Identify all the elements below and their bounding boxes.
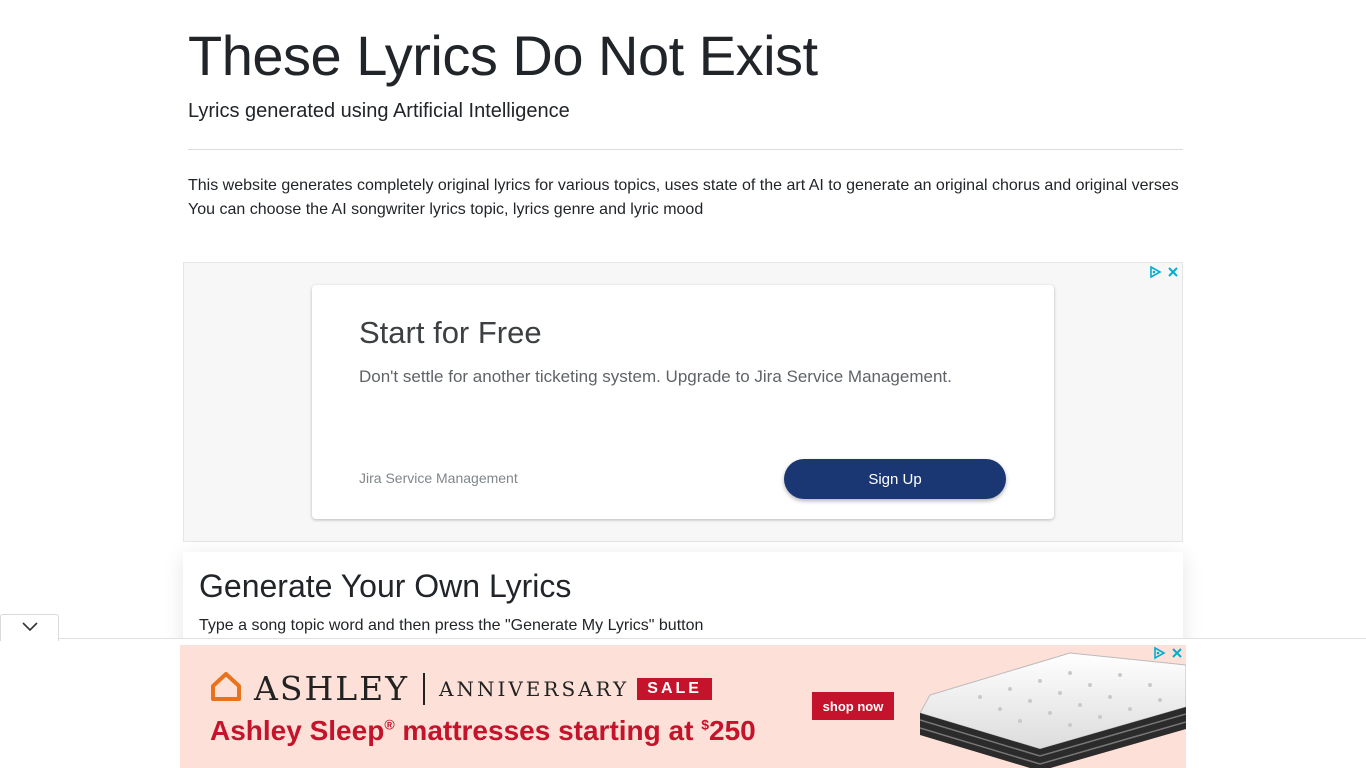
anchor-ad-bar: ASHLEY ANNIVERSARY SALE shop now Ashley … [0,638,1366,768]
ashley-brand: ASHLEY [254,669,410,708]
page-title: These Lyrics Do Not Exist [188,24,818,87]
ad-controls [1148,265,1180,279]
house-logo-icon [210,671,242,706]
generator-instructions: Type a song topic word and then press th… [199,617,704,634]
page-subtitle: Lyrics generated using Artificial Intell… [188,100,570,122]
mattress-image[interactable] [920,645,1186,768]
close-icon[interactable] [1166,265,1180,279]
anniversary-label: ANNIVERSARY [439,676,630,701]
price-currency: $ [701,716,710,733]
chevron-down-icon [21,619,38,637]
generator-title: Generate Your Own Lyrics [199,568,572,604]
headline-text: Ashley Sleep [210,715,385,746]
ad-description[interactable]: Don't settle for another ticketing syste… [359,367,952,387]
close-icon[interactable] [1170,646,1184,660]
shop-now-button[interactable]: shop now [812,692,894,720]
adchoices-icon[interactable] [1152,646,1166,660]
ad-headline[interactable]: Start for Free [359,315,542,351]
ad-advertiser[interactable]: Jira Service Management [359,470,518,486]
ad-controls-bottom [1152,646,1184,660]
divider [188,149,1183,150]
registered-mark: ® [384,716,395,733]
ashley-logo[interactable]: ASHLEY ANNIVERSARY SALE [210,669,712,708]
ad-card[interactable]: Start for Free Don't settle for another … [312,285,1054,519]
collapse-ad-button[interactable] [0,614,59,641]
headline-rest: mattresses starting at [394,715,702,746]
ashley-headline[interactable]: Ashley Sleep® mattresses starting at $25… [210,715,756,747]
sale-badge: SALE [637,677,712,700]
sign-up-button[interactable]: Sign Up [784,459,1006,499]
brand-separator [423,672,426,705]
intro-text: This website generates completely origin… [188,174,1183,222]
display-ad[interactable]: Start for Free Don't settle for another … [183,262,1183,542]
intro-line-2: You can choose the AI songwriter lyrics … [188,201,704,218]
adchoices-icon[interactable] [1148,265,1162,279]
ashley-ad[interactable]: ASHLEY ANNIVERSARY SALE shop now Ashley … [180,645,1186,768]
intro-line-1: This website generates completely origin… [188,177,1179,194]
price-amount: 250 [709,715,756,746]
